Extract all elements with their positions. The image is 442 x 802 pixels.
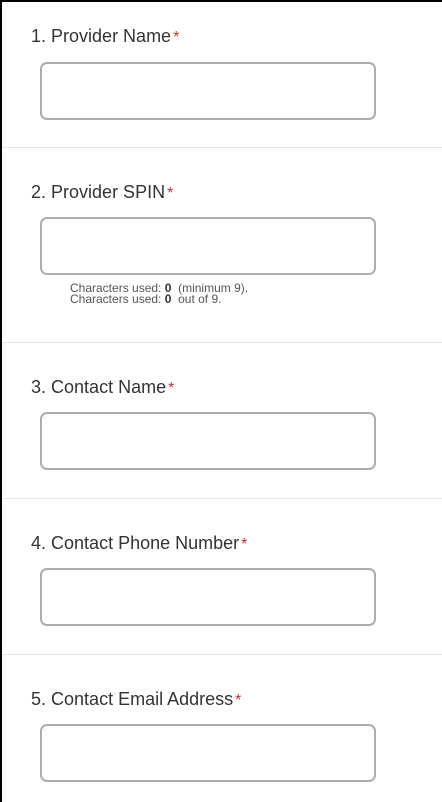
- required-asterisk: *: [235, 692, 242, 709]
- contact-phone-input[interactable]: [40, 568, 376, 626]
- question-contact-phone: 4. Contact Phone Number *: [4, 532, 442, 554]
- question-provider-name: 1. Provider Name *: [4, 25, 442, 47]
- contact-name-label: 3. Contact Name: [31, 377, 167, 397]
- contact-email-input[interactable]: [40, 724, 376, 782]
- required-asterisk: *: [168, 380, 175, 397]
- question-contact-email: 5. Contact Email Address *: [4, 688, 442, 710]
- provider-spin-label: 2. Provider SPIN: [31, 182, 166, 202]
- required-asterisk: *: [167, 185, 174, 202]
- provider-name-input[interactable]: [40, 62, 376, 120]
- contact-phone-label: 4. Contact Phone Number: [31, 533, 240, 553]
- required-asterisk: *: [241, 536, 248, 553]
- provider-name-label: 1. Provider Name: [31, 26, 172, 46]
- divider: [2, 498, 442, 499]
- question-provider-spin: 2. Provider SPIN *: [4, 181, 442, 203]
- form-panel: 1. Provider Name * 2. Provider SPIN * Char…: [0, 0, 442, 802]
- provider-spin-input[interactable]: [40, 217, 376, 275]
- contact-name-input[interactable]: [40, 412, 376, 470]
- question-contact-name: 3. Contact Name *: [4, 376, 442, 398]
- divider: [2, 342, 442, 343]
- divider: [2, 654, 442, 655]
- required-asterisk: *: [173, 29, 180, 46]
- contact-email-label: 5. Contact Email Address: [31, 689, 234, 709]
- spin-max-counter: Characters used: 0 out of 9.: [70, 292, 222, 306]
- divider: [2, 147, 442, 148]
